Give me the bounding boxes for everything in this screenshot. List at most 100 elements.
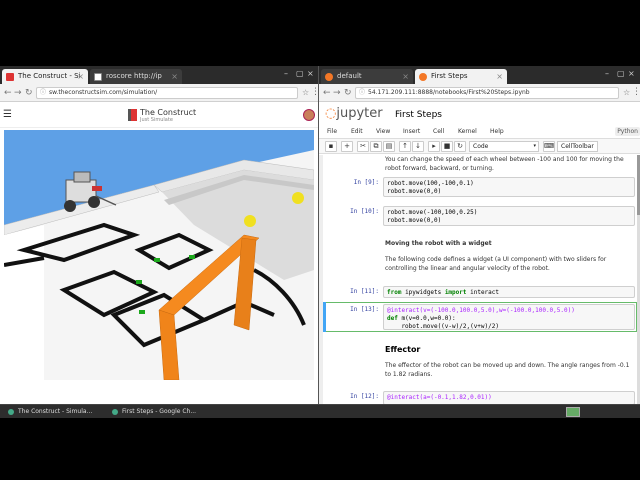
paste-icon[interactable]: ▤ xyxy=(383,141,395,152)
tab-roscore[interactable]: roscore http://ip × xyxy=(90,69,182,84)
right-address-bar[interactable]: ⓘ 54.171.209.111:8888/notebooks/First%20… xyxy=(355,87,619,99)
code-text: interact xyxy=(466,289,500,296)
tab-default[interactable]: default × xyxy=(321,69,413,84)
menu-edit[interactable]: Edit xyxy=(351,128,363,135)
cell-type-select[interactable]: Code ▾ xyxy=(469,141,539,152)
url-text: sw.theconstructsim.com/simulation/ xyxy=(49,89,158,96)
markdown-intro: You can change the speed of each wheel b… xyxy=(385,156,624,172)
taskbar-item-construct[interactable]: The Construct - Simula... xyxy=(8,407,108,417)
code-cell-10[interactable]: robot.move(-100,100,0.25) robot.move(0,0… xyxy=(383,206,635,226)
maximize-icon[interactable]: ▢ xyxy=(617,69,625,78)
back-arrow-icon[interactable]: ← xyxy=(4,87,12,99)
forward-arrow-icon[interactable]: → xyxy=(14,87,22,99)
reload-icon[interactable]: ↻ xyxy=(25,87,33,99)
code-cell-12[interactable]: @interact(a=(-0.1,1.82,0.01)) xyxy=(383,391,635,404)
cell-prompt: In [12]: xyxy=(350,393,379,400)
maximize-icon[interactable]: ▢ xyxy=(296,69,304,78)
jupyter-logo[interactable]: ◌jupyter xyxy=(325,106,383,121)
keyboard-icon[interactable]: ⌨ xyxy=(543,141,555,152)
stop-icon[interactable]: ■ xyxy=(441,141,453,152)
jupyter-toolbar: ▪ + ✂ ⧉ ▤ ↑ ↓ ▸ ■ ↻ Code ▾ ⌨ CellToolbar xyxy=(319,139,640,154)
markdown-widget-text: The following code defines a widget (a U… xyxy=(385,256,607,272)
code-cell-9[interactable]: robot.move(100,-100,0.1) robot.move(0,0) xyxy=(383,177,635,197)
left-address-bar[interactable]: ⓘ sw.theconstructsim.com/simulation/ xyxy=(36,87,298,99)
cut-icon[interactable]: ✂ xyxy=(357,141,369,152)
close-window-icon[interactable]: × xyxy=(307,69,314,78)
right-tabstrip: default × First Steps × – ▢ × xyxy=(319,66,640,84)
code-keyword: def xyxy=(387,315,398,322)
menu-help[interactable]: Help xyxy=(490,128,504,135)
left-toolbar: ← → ↻ ⓘ sw.theconstructsim.com/simulatio… xyxy=(0,84,318,102)
save-icon[interactable]: ▪ xyxy=(325,141,337,152)
taskbar: The Construct - Simula... First Steps - … xyxy=(0,404,640,418)
tab-label: First Steps xyxy=(431,72,468,80)
notebook-name[interactable]: First Steps xyxy=(395,110,442,120)
code-text: m(v=0.0,w=0.0): xyxy=(397,315,456,322)
tab-construct[interactable]: The Construct - Si × xyxy=(2,69,88,84)
celltoolbar-button[interactable]: CellToolbar xyxy=(557,141,598,152)
code-text: ipywidgets xyxy=(401,289,445,296)
restart-icon[interactable]: ↻ xyxy=(454,141,466,152)
taskbar-label: First Steps - Google Ch... xyxy=(122,408,197,415)
minimize-icon[interactable]: – xyxy=(284,69,288,78)
code-line: robot.move(0,0) xyxy=(387,217,442,224)
close-icon[interactable]: × xyxy=(402,69,409,84)
menu-insert[interactable]: Insert xyxy=(403,128,420,135)
menu-kernel[interactable]: Kernel xyxy=(458,128,477,135)
bookmark-star-icon[interactable]: ☆ xyxy=(302,88,309,97)
hamburger-menu-icon[interactable]: ☰ xyxy=(3,109,12,120)
minimize-icon[interactable]: – xyxy=(605,69,609,78)
copy-icon[interactable]: ⧉ xyxy=(370,141,382,152)
page-favicon-icon xyxy=(94,73,102,81)
move-up-icon[interactable]: ↑ xyxy=(399,141,411,152)
simulation-viewport[interactable] xyxy=(4,130,314,380)
move-down-icon[interactable]: ↓ xyxy=(412,141,424,152)
page-info-icon: ⓘ xyxy=(40,89,47,96)
add-cell-icon[interactable]: + xyxy=(341,141,353,152)
menu-view[interactable]: View xyxy=(376,128,390,135)
user-avatar[interactable] xyxy=(303,109,315,121)
markdown-effector-text: The effector of the robot can be moved u… xyxy=(385,362,630,378)
construct-header: ☰ The Construct Just Simulate xyxy=(0,102,318,128)
close-icon[interactable]: × xyxy=(77,69,84,84)
site-subtitle: Just Simulate xyxy=(140,117,173,123)
site-title: The Construct xyxy=(140,108,197,117)
desktop: The Construct - Si × roscore http://ip ×… xyxy=(0,66,640,418)
markdown-effector-heading: Effector xyxy=(385,345,421,354)
cell-prompt: In [11]: xyxy=(350,288,379,295)
tab-first-steps[interactable]: First Steps × xyxy=(415,69,507,84)
taskbar-item-first-steps[interactable]: First Steps - Google Ch... xyxy=(112,407,212,417)
forward-arrow-icon[interactable]: → xyxy=(333,87,341,99)
kernel-indicator: Python xyxy=(615,127,640,136)
simulation-scene xyxy=(4,150,314,380)
tab-label: default xyxy=(337,72,362,80)
construct-logo-icon xyxy=(128,109,137,121)
menu-cell[interactable]: Cell xyxy=(433,128,444,135)
green-marker xyxy=(154,258,160,262)
notebook-area[interactable]: You can change the speed of each wheel b… xyxy=(319,155,640,404)
right-toolbar: ← → ↻ ⓘ 54.171.209.111:8888/notebooks/Fi… xyxy=(319,84,640,102)
code-line: robot.move(100,-100,0.1) xyxy=(387,180,474,187)
jupyter-menubar: File Edit View Insert Cell Kernel Help P… xyxy=(319,126,640,139)
bookmark-star-icon[interactable]: ☆ xyxy=(623,88,630,97)
close-icon[interactable]: × xyxy=(496,69,503,84)
yellow-ball xyxy=(292,192,304,204)
back-arrow-icon[interactable]: ← xyxy=(323,87,331,99)
run-icon[interactable]: ▸ xyxy=(428,141,440,152)
code-cell-11[interactable]: from ipywidgets import interact xyxy=(383,286,635,298)
close-window-icon[interactable]: × xyxy=(628,69,635,78)
menu-file[interactable]: File xyxy=(327,128,337,135)
selected-cell-indicator xyxy=(323,302,326,332)
markdown-widget-heading: Moving the robot with a widget xyxy=(385,240,492,247)
reload-icon[interactable]: ↻ xyxy=(344,87,352,99)
close-icon[interactable]: × xyxy=(171,69,178,84)
green-marker xyxy=(189,255,195,259)
code-line: robot.move((v-w)/2,(v+w)/2) xyxy=(387,323,499,330)
green-marker xyxy=(136,280,142,284)
workspace-switcher-icon[interactable] xyxy=(566,407,580,417)
browser-menu-icon[interactable]: ⋮ xyxy=(311,87,318,97)
code-cell-13[interactable]: @interact(v=(-100.0,100.0,5.0),w=(-100.0… xyxy=(383,304,635,330)
chrome-icon xyxy=(112,409,118,415)
browser-menu-icon[interactable]: ⋮ xyxy=(632,87,640,97)
code-line: robot.move(0,0) xyxy=(387,188,442,195)
